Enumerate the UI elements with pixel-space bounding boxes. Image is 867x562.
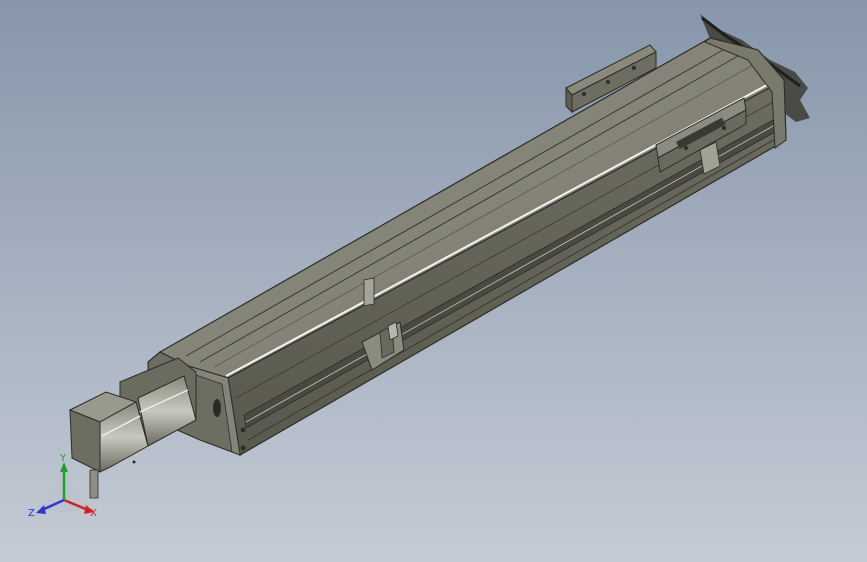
triad-x-label: X (90, 508, 97, 519)
triad-y-label: Y (59, 453, 67, 464)
end-cap-slot (213, 399, 221, 417)
body-top-face (158, 37, 785, 379)
linear-actuator-model[interactable]: X Y Z (0, 0, 867, 562)
cad-viewport[interactable]: X Y Z (0, 0, 867, 562)
stepper-motor[interactable] (68, 357, 197, 499)
actuator-body[interactable] (147, 37, 787, 456)
motor-cable (89, 469, 99, 499)
triad-z-label: Z (28, 508, 35, 519)
